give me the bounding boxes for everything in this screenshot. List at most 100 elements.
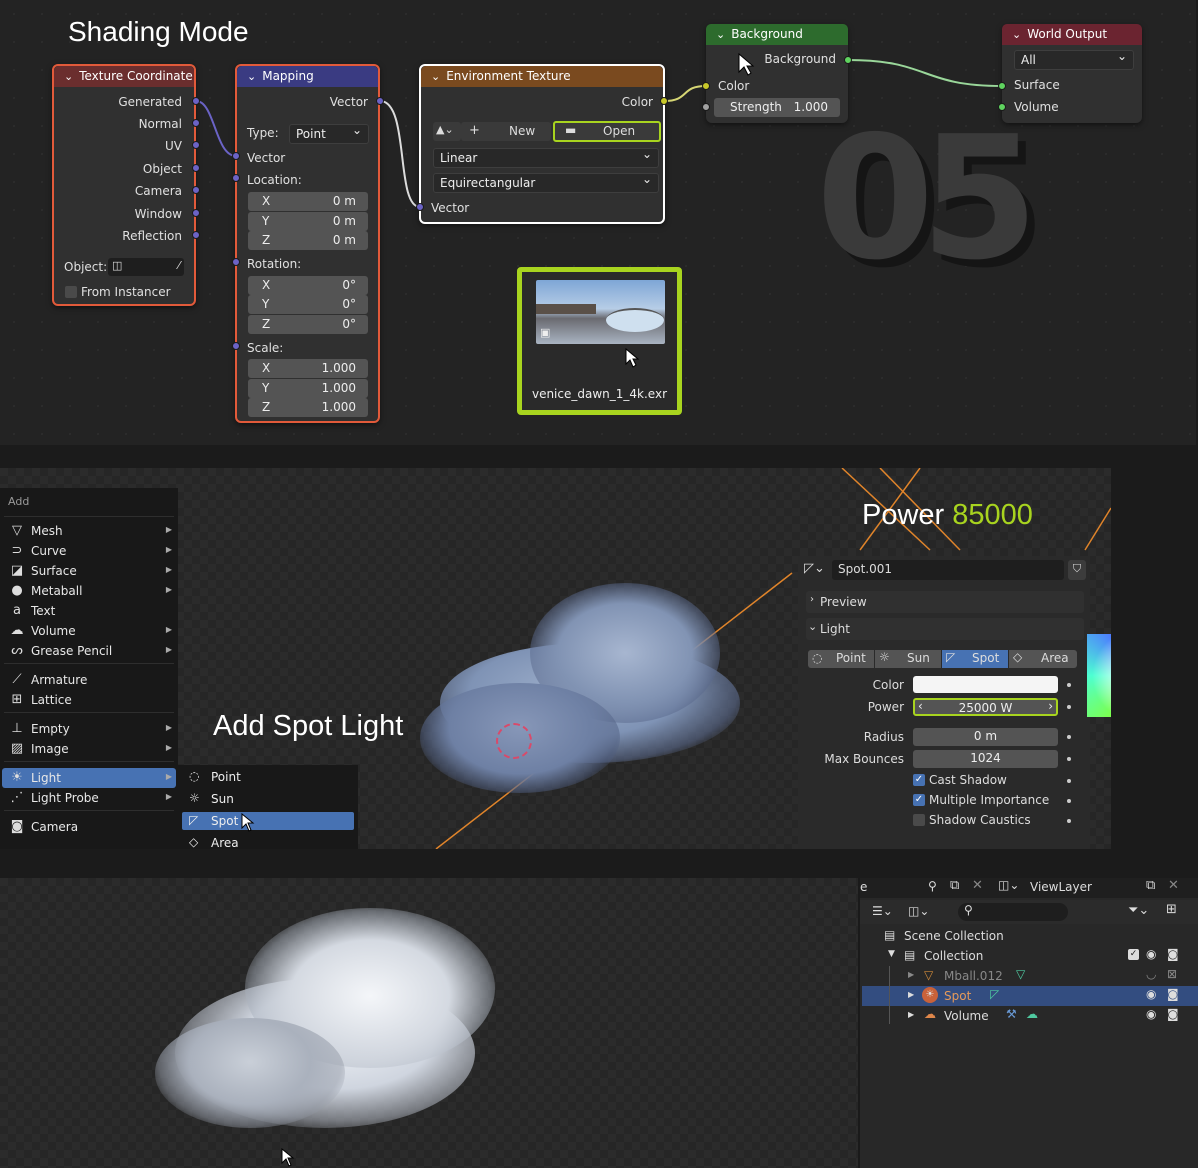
socket-background-color-in[interactable] bbox=[702, 82, 710, 90]
open-image-button[interactable]: ▬ Open bbox=[553, 121, 661, 142]
image-browse-icon[interactable]: ▲⌄ bbox=[433, 122, 461, 141]
scale-y-field[interactable]: Y 1.000 bbox=[248, 379, 368, 398]
outliner-search-input[interactable]: ⚲ bbox=[958, 903, 1068, 921]
strength-field[interactable]: Strength 1.000 bbox=[714, 98, 840, 117]
node-header[interactable]: Background bbox=[706, 24, 848, 45]
multiple-importance-checkbox[interactable]: ✓ bbox=[913, 794, 925, 806]
outliner-row-collection[interactable]: ▼ ▤ Collection ✓ ◉ ◙ bbox=[862, 946, 1198, 966]
display-mode-icon[interactable]: ☰⌄ bbox=[872, 904, 893, 918]
light-name-field[interactable]: Spot.001 bbox=[832, 560, 1064, 580]
target-dropdown[interactable]: All bbox=[1014, 49, 1134, 70]
shadow-caustics-checkbox[interactable] bbox=[913, 814, 925, 826]
view-layer-name[interactable]: ViewLayer bbox=[1030, 880, 1092, 894]
socket-object[interactable] bbox=[192, 164, 200, 172]
menu-item-light[interactable]: ☀ Light ▶ bbox=[2, 768, 176, 788]
menu-item-camera[interactable]: ◙ Camera bbox=[8, 817, 176, 837]
submenu-item-sun[interactable]: ☼ Sun bbox=[182, 790, 354, 808]
socket-mapping-vector-out[interactable] bbox=[376, 97, 384, 105]
rotation-y-field[interactable]: Y 0° bbox=[248, 295, 368, 314]
expand-arrow-icon[interactable]: ▶ bbox=[908, 970, 914, 979]
outliner-row-scene-collection[interactable]: ▤ Scene Collection bbox=[862, 926, 1198, 946]
close-icon[interactable]: ✕ bbox=[1168, 878, 1179, 893]
filter-icon[interactable]: ⏷⌄ bbox=[1128, 903, 1149, 918]
interpolation-dropdown[interactable]: Linear bbox=[433, 147, 659, 168]
texture-coordinate-node[interactable]: Texture Coordinate Generated Normal UV O… bbox=[52, 64, 196, 306]
new-collection-icon[interactable]: ⊞ bbox=[1166, 902, 1177, 917]
submenu-item-point[interactable]: ◌ Point bbox=[182, 768, 354, 786]
exclude-checkbox[interactable]: ✓ bbox=[1128, 949, 1139, 960]
socket-mapping-vector-in[interactable] bbox=[232, 152, 240, 160]
node-header[interactable]: Environment Texture bbox=[421, 66, 663, 87]
hdri-file-card[interactable]: ▣ venice_dawn_1_4k.exr bbox=[517, 267, 682, 415]
rotation-x-field[interactable]: X 0° bbox=[248, 276, 368, 295]
light-type-point-tab[interactable]: ◌ Point bbox=[808, 650, 874, 668]
menu-item-image[interactable]: ▨ Image ▶ bbox=[8, 739, 176, 759]
node-header[interactable]: World Output bbox=[1002, 24, 1142, 45]
preview-section[interactable]: › Preview bbox=[806, 591, 1084, 613]
socket-reflection[interactable] bbox=[192, 231, 200, 239]
menu-item-metaball[interactable]: ● Metaball ▶ bbox=[8, 581, 176, 601]
node-header[interactable]: Mapping bbox=[237, 66, 378, 87]
node-header[interactable]: Texture Coordinate bbox=[54, 66, 194, 87]
menu-item-text[interactable]: a Text bbox=[8, 601, 176, 621]
visibility-eye-icon[interactable]: ◉ bbox=[1146, 1007, 1156, 1021]
socket-env-vector-in[interactable] bbox=[416, 203, 424, 211]
socket-camera[interactable] bbox=[192, 186, 200, 194]
menu-item-curve[interactable]: ⊃ Curve ▶ bbox=[8, 541, 176, 561]
mapping-node[interactable]: Mapping Vector Type: Point Vector Locati… bbox=[235, 64, 380, 423]
socket-background-out[interactable] bbox=[844, 56, 852, 64]
light-type-sun-tab[interactable]: ☼ Sun bbox=[875, 650, 941, 668]
hidden-eye-icon[interactable]: ◡ bbox=[1146, 967, 1156, 981]
rotation-z-field[interactable]: Z 0° bbox=[248, 315, 368, 334]
duplicate-scene-icon[interactable]: ⧉ bbox=[950, 878, 959, 893]
expand-arrow-icon[interactable]: ▶ bbox=[908, 990, 914, 999]
location-x-field[interactable]: X0 m bbox=[248, 192, 368, 211]
menu-item-light-probe[interactable]: ⋰ Light Probe ▶ bbox=[8, 788, 176, 808]
environment-texture-node[interactable]: Environment Texture Color ▲⌄ + New ▬ Ope… bbox=[419, 64, 665, 224]
location-z-field[interactable]: Z0 m bbox=[248, 231, 368, 250]
cast-shadow-checkbox[interactable]: ✓ bbox=[913, 774, 925, 786]
fake-user-shield-icon[interactable]: ⛉ bbox=[1068, 560, 1086, 580]
socket-window[interactable] bbox=[192, 209, 200, 217]
max-bounces-field[interactable]: 1024 bbox=[913, 750, 1058, 768]
socket-strength-in[interactable] bbox=[702, 103, 710, 111]
eyedropper-icon[interactable]: ⁄ bbox=[178, 259, 180, 272]
world-output-node[interactable]: World Output All Surface Volume bbox=[1002, 24, 1142, 123]
type-dropdown[interactable]: Point bbox=[289, 123, 369, 144]
duplicate-layer-icon[interactable]: ⧉ bbox=[1146, 878, 1155, 893]
socket-scale[interactable] bbox=[232, 342, 240, 350]
socket-generated[interactable] bbox=[192, 97, 200, 105]
visibility-eye-icon[interactable]: ◉ bbox=[1146, 987, 1156, 1001]
render-camera-icon[interactable]: ◙ bbox=[1167, 987, 1179, 1001]
expand-arrow-icon[interactable]: ▶ bbox=[908, 1010, 914, 1019]
menu-item-empty[interactable]: ⊥ Empty ▶ bbox=[8, 719, 176, 739]
socket-surface-in[interactable] bbox=[998, 82, 1006, 90]
light-type-spot-tab[interactable]: ◸ Spot bbox=[942, 650, 1008, 668]
light-type-area-tab[interactable]: ◇ Area bbox=[1009, 650, 1077, 668]
object-field[interactable]: ◫ ⁄ bbox=[108, 258, 184, 276]
menu-item-grease-pencil[interactable]: ᔕ Grease Pencil ▶ bbox=[8, 641, 176, 661]
color-wheel-popup[interactable] bbox=[1087, 634, 1111, 717]
menu-item-lattice[interactable]: ⊞ Lattice bbox=[8, 690, 176, 710]
color-swatch[interactable] bbox=[913, 676, 1058, 693]
render-camera-icon[interactable]: ◙ bbox=[1167, 947, 1179, 961]
render-disabled-icon[interactable]: ⊠ bbox=[1167, 967, 1177, 981]
scale-x-field[interactable]: X 1.000 bbox=[248, 359, 368, 378]
socket-env-color-out[interactable] bbox=[660, 97, 668, 105]
location-y-field[interactable]: Y0 m bbox=[248, 212, 368, 231]
submenu-item-spot[interactable]: ◸ Spot bbox=[182, 812, 354, 830]
from-instancer-checkbox[interactable] bbox=[65, 286, 77, 298]
radius-field[interactable]: 0 m bbox=[913, 728, 1058, 746]
outliner-row-volume[interactable]: ▶ ☁ Volume ⚒ ☁ ◉ ◙ bbox=[862, 1006, 1198, 1026]
socket-uv[interactable] bbox=[192, 141, 200, 149]
socket-volume-in[interactable] bbox=[998, 103, 1006, 111]
outliner-row-mball[interactable]: ▶ ▽ Mball.012 ▽ ◡ ⊠ bbox=[862, 966, 1198, 986]
socket-normal[interactable] bbox=[192, 119, 200, 127]
projection-dropdown[interactable]: Equirectangular bbox=[433, 172, 659, 193]
visibility-eye-icon[interactable]: ◉ bbox=[1146, 947, 1156, 961]
background-node[interactable]: Background Background Color Strength1.00… bbox=[706, 24, 848, 123]
socket-rotation[interactable] bbox=[232, 258, 240, 266]
power-field[interactable]: ‹ 25000 W › bbox=[913, 698, 1058, 716]
light-section[interactable]: ⌄ Light bbox=[806, 618, 1084, 640]
menu-item-volume[interactable]: ☁ Volume ▶ bbox=[8, 621, 176, 641]
